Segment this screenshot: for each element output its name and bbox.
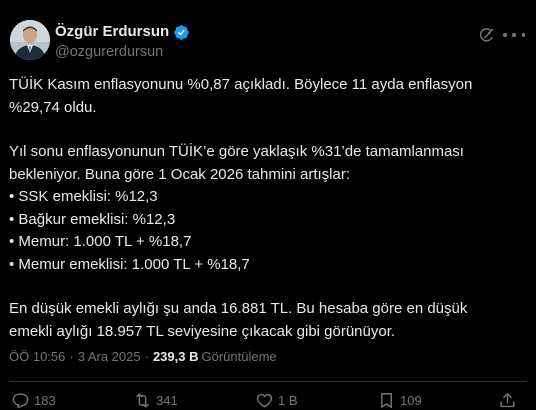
tweet-meta: ÖÖ 10:56 · 3 Ara 2025 · 239,3 B Görüntül…: [9, 348, 277, 366]
divider: [9, 381, 527, 382]
author-handle[interactable]: @ozgurerdursun: [55, 43, 163, 61]
bookmark-count: 109: [400, 392, 422, 408]
avatar[interactable]: [10, 20, 50, 60]
bookmark-button[interactable]: 109: [377, 391, 422, 410]
share-button[interactable]: [498, 391, 521, 410]
tweet-text-line: En düşük emekli aylığı şu anda 16.881 TL…: [9, 300, 468, 317]
reply-button[interactable]: 183: [11, 391, 56, 410]
reply-count: 183: [34, 392, 56, 408]
meta-separator: ·: [69, 349, 74, 364]
more-dot: [521, 33, 525, 37]
more-options-icon[interactable]: [503, 26, 525, 44]
tweet-time[interactable]: ÖÖ 10:56: [9, 348, 65, 366]
bullet-ssk: • SSK emeklisi: %12,3: [9, 188, 158, 205]
author-name-row: Özgür Erdursun: [55, 23, 190, 41]
bullet-memur-emeklisi: • Memur emeklisi: 1.000 TL + %18,7: [9, 255, 250, 273]
bullet-memur: • Memur: 1.000 TL + %18,7: [9, 233, 192, 250]
repost-icon: [136, 393, 149, 408]
author-display-name[interactable]: Özgür Erdursun: [55, 23, 169, 41]
tweet-text-line: TÜİK Kasım enflasyonunu %0,87 açıkladı. …: [9, 76, 473, 93]
meta-separator: ·: [144, 349, 149, 364]
tweet: Özgür Erdursun @ozgurerdursun TÜİK Kasım…: [0, 0, 536, 409]
heart-icon: [256, 393, 273, 408]
avatar-image: [10, 20, 50, 60]
share-icon: [500, 393, 515, 408]
tweet-text-line: Yıl sonu enflasyonunun TÜİK’e göre yakla…: [9, 143, 464, 160]
grok-icon[interactable]: [478, 26, 496, 44]
like-button[interactable]: 1 B: [255, 391, 298, 410]
repost-count: 341: [156, 392, 178, 408]
views-count: 239,3 B: [152, 349, 199, 364]
more-dot: [503, 33, 507, 37]
tweet-date[interactable]: 3 Ara 2025: [78, 348, 141, 366]
bullet-bagkur: • Bağkur emeklisi: %12,3: [9, 210, 176, 228]
reply-icon: [12, 393, 29, 409]
views-label: Görüntüleme: [201, 349, 277, 364]
repost-button[interactable]: 341: [133, 391, 178, 410]
verified-badge-icon[interactable]: [173, 24, 190, 41]
tweet-text-line: emekli aylığı 18.957 TL seviyesine çıkac…: [9, 322, 396, 340]
tweet-text-line: %29,74 oldu.: [9, 98, 97, 116]
tweet-text: TÜİK Kasım enflasyonunu %0,87 açıkladı. …: [9, 74, 529, 343]
tweet-text-line: bekleniyor. Buna göre 1 Ocak 2026 tahmin…: [9, 165, 351, 183]
bookmark-icon: [381, 393, 392, 408]
like-count: 1 B: [278, 392, 298, 408]
more-dot: [512, 33, 516, 37]
